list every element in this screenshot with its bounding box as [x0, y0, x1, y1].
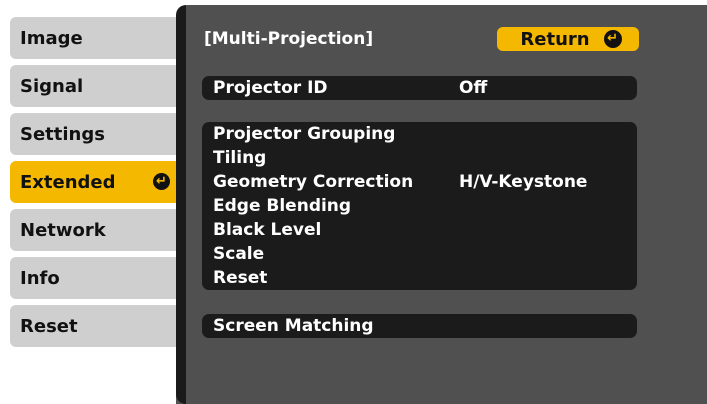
- sidebar-item-label: Signal: [20, 75, 84, 97]
- sidebar-item-label: Settings: [20, 123, 105, 145]
- return-button[interactable]: Return ↵: [497, 27, 639, 51]
- sidebar-item-label: Network: [20, 219, 106, 241]
- sidebar-item-extended[interactable]: Extended ↵: [10, 161, 178, 203]
- row-label: Screen Matching: [213, 316, 374, 336]
- menu-row-projector-grouping[interactable]: Projector Grouping: [202, 122, 637, 146]
- multi-projection-group: Projector Grouping Tiling Geometry Corre…: [202, 122, 637, 290]
- menu-row-edge-blending[interactable]: Edge Blending: [202, 194, 637, 218]
- menu-row-screen-matching[interactable]: Screen Matching: [202, 314, 637, 338]
- menu-row-projector-id[interactable]: Projector ID Off: [202, 76, 637, 100]
- row-label: Black Level: [213, 220, 322, 240]
- row-value: Off: [459, 78, 488, 98]
- sidebar-item-info[interactable]: Info: [10, 257, 178, 299]
- menu-row-reset[interactable]: Reset: [202, 266, 637, 290]
- enter-icon: ↵: [153, 173, 170, 190]
- sidebar-menu: Image Signal Settings Extended ↵ Network…: [0, 0, 182, 404]
- sidebar-item-label: Extended: [20, 171, 116, 193]
- sidebar-item-label: Reset: [20, 315, 78, 337]
- sidebar-item-image[interactable]: Image: [10, 17, 178, 59]
- row-label: Projector ID: [213, 78, 328, 98]
- sidebar-item-label: Info: [20, 267, 60, 289]
- panel-title: [Multi-Projection]: [204, 29, 374, 49]
- row-value: H/V-Keystone: [459, 172, 588, 192]
- row-label: Reset: [213, 268, 268, 288]
- menu-row-geometry-correction[interactable]: Geometry Correction H/V-Keystone: [202, 170, 637, 194]
- menu-row-scale[interactable]: Scale: [202, 242, 637, 266]
- row-label: Edge Blending: [213, 196, 352, 216]
- sidebar-item-reset[interactable]: Reset: [10, 305, 178, 347]
- row-label: Projector Grouping: [213, 124, 396, 144]
- panel-edge-divider: [176, 5, 186, 404]
- sidebar-item-signal[interactable]: Signal: [10, 65, 178, 107]
- sidebar-item-network[interactable]: Network: [10, 209, 178, 251]
- row-label: Scale: [213, 244, 265, 264]
- menu-row-tiling[interactable]: Tiling: [202, 146, 637, 170]
- menu-row-black-level[interactable]: Black Level: [202, 218, 637, 242]
- projector-id-group: Projector ID Off: [202, 76, 637, 100]
- sidebar-item-settings[interactable]: Settings: [10, 113, 178, 155]
- return-label: Return: [520, 28, 590, 50]
- screen-matching-group: Screen Matching: [202, 314, 637, 338]
- enter-icon: ↵: [603, 30, 622, 48]
- sidebar-item-label: Image: [20, 27, 83, 49]
- row-label: Geometry Correction: [213, 172, 414, 192]
- row-label: Tiling: [213, 148, 267, 168]
